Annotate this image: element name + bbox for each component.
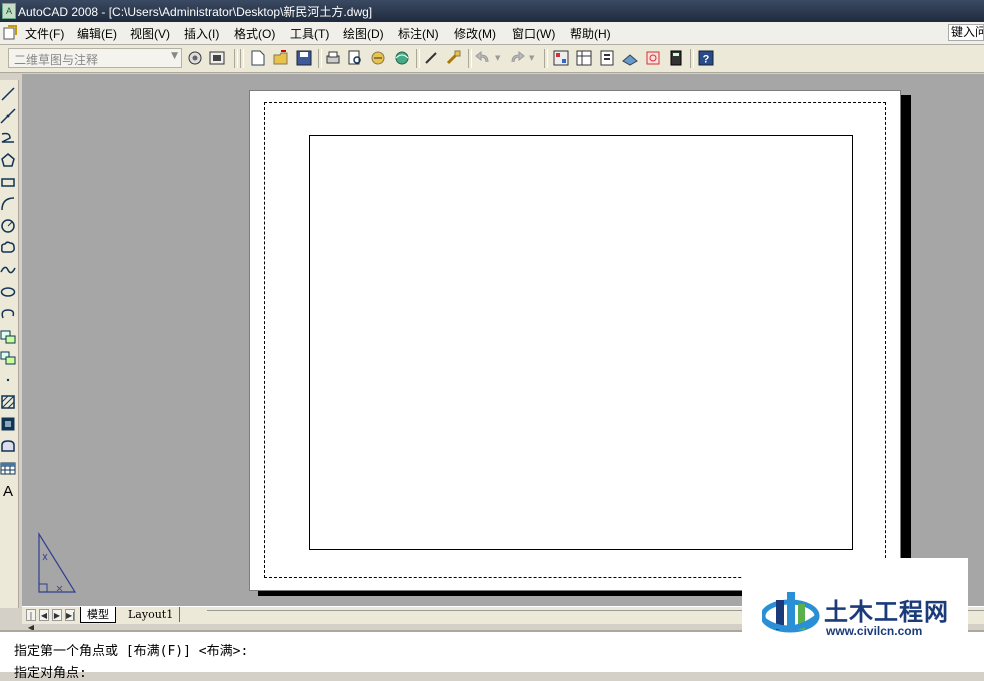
layout-paper-sheet: [249, 90, 901, 591]
toolbar-separator: [240, 49, 244, 68]
polygon-icon[interactable]: [0, 152, 16, 168]
cut-icon[interactable]: [422, 49, 440, 67]
table-icon[interactable]: [0, 460, 16, 476]
menu-format[interactable]: 格式(O): [234, 25, 275, 42]
tool-palettes-icon[interactable]: [598, 49, 616, 67]
ellipse-icon[interactable]: [0, 284, 16, 300]
point-icon[interactable]: [0, 372, 16, 388]
my-workspace-icon[interactable]: [208, 49, 226, 67]
circle-icon[interactable]: [0, 218, 16, 234]
workspace-settings-icon[interactable]: [186, 49, 204, 67]
region-icon[interactable]: [0, 438, 16, 454]
insert-block-icon[interactable]: [0, 328, 16, 344]
plot-preview-icon[interactable]: [346, 49, 364, 67]
last-tab-button[interactable]: ▶|: [65, 609, 75, 621]
construction-line-icon[interactable]: [0, 108, 16, 124]
redo-icon[interactable]: [508, 49, 526, 67]
new-file-icon[interactable]: [249, 49, 267, 67]
sheet-set-manager-icon[interactable]: [621, 49, 639, 67]
tab-layout1[interactable]: Layout1: [122, 607, 181, 622]
spline-icon[interactable]: [0, 262, 16, 278]
match-properties-icon[interactable]: [444, 49, 462, 67]
save-icon[interactable]: [295, 49, 313, 67]
menu-tools[interactable]: 工具(T): [290, 25, 329, 42]
undo-icon[interactable]: [474, 49, 492, 67]
civilcn-logo-icon: [762, 592, 820, 633]
chevron-down-icon[interactable]: ▼: [171, 51, 178, 61]
help-icon[interactable]: ?: [697, 49, 715, 67]
toolbar-separator: [234, 49, 238, 68]
make-block-icon[interactable]: [0, 350, 16, 366]
drawing-canvas[interactable]: [22, 74, 984, 606]
redo-dropdown-icon[interactable]: ▼: [529, 54, 534, 62]
previous-tab-button[interactable]: ◀: [39, 609, 49, 621]
toolbar-separator: [690, 49, 694, 68]
design-center-icon[interactable]: [575, 49, 593, 67]
menu-insert[interactable]: 插入(I): [184, 25, 219, 42]
publish-icon[interactable]: [369, 49, 387, 67]
first-tab-button[interactable]: |◀: [26, 609, 36, 632]
multiline-text-icon[interactable]: A: [0, 482, 16, 498]
autocad-app-icon[interactable]: A: [2, 3, 16, 19]
quickcalc-icon[interactable]: [667, 49, 685, 67]
menu-draw[interactable]: 绘图(D): [343, 25, 384, 42]
properties-icon[interactable]: [552, 49, 570, 67]
watermark-name: 土木工程网: [824, 598, 949, 626]
plot-icon[interactable]: [324, 49, 342, 67]
toolbar-separator: [544, 49, 548, 68]
help-search-input[interactable]: 键入问: [948, 24, 984, 41]
window-title: AutoCAD 2008 - [C:\Users\Administrator\D…: [18, 5, 373, 19]
toolbar-separator: [468, 49, 472, 68]
gradient-icon[interactable]: [0, 416, 16, 432]
polyline-icon[interactable]: [0, 130, 16, 146]
toolbar-separator: [318, 49, 322, 68]
menu-file[interactable]: 文件(F): [25, 25, 64, 42]
menu-modify[interactable]: 修改(M): [454, 25, 496, 42]
civilcn-watermark: 土木工程网 www.civilcn.com: [742, 558, 968, 672]
arc-icon[interactable]: [0, 196, 16, 212]
markup-set-manager-icon[interactable]: [644, 49, 662, 67]
watermark-url: www.civilcn.com: [826, 624, 923, 638]
layout-viewport[interactable]: [309, 135, 853, 550]
title-bar: A AutoCAD 2008 - [C:\Users\Administrator…: [0, 0, 984, 22]
document-menu-icon[interactable]: [3, 25, 18, 40]
workspace-value: 二维草图与注释: [14, 53, 99, 67]
menu-edit[interactable]: 编辑(E): [77, 25, 117, 42]
hatch-icon[interactable]: [0, 394, 16, 410]
draw-toolbar: A: [0, 80, 19, 608]
menu-window[interactable]: 窗口(W): [512, 25, 555, 42]
undo-dropdown-icon[interactable]: ▼: [495, 54, 500, 62]
standard-toolbar: 二维草图与注释 ▼ ▼ ▼ ?: [0, 45, 984, 73]
tab-model[interactable]: 模型: [80, 607, 116, 623]
menu-help[interactable]: 帮助(H): [570, 25, 611, 42]
menu-dimension[interactable]: 标注(N): [398, 25, 439, 42]
open-file-icon[interactable]: [272, 49, 290, 67]
paper-space-ucs-icon: [38, 531, 77, 593]
svg-text:?: ?: [703, 54, 710, 66]
line-icon[interactable]: [0, 86, 16, 102]
toolbar-separator: [416, 49, 420, 68]
3d-dwf-icon[interactable]: [393, 49, 411, 67]
command-history-line: 指定第一个角点或 [布满(F)] <布满>:: [14, 644, 249, 659]
ellipse-arc-icon[interactable]: [0, 306, 16, 322]
revision-cloud-icon[interactable]: [0, 240, 16, 256]
workspace-dropdown[interactable]: 二维草图与注释 ▼: [8, 48, 182, 68]
rectangle-icon[interactable]: [0, 174, 16, 190]
menu-bar: 文件(F) 编辑(E) 视图(V) 插入(I) 格式(O) 工具(T) 绘图(D…: [0, 22, 984, 45]
next-tab-button[interactable]: ▶: [52, 609, 62, 621]
svg-text:A: A: [3, 483, 13, 498]
menu-view[interactable]: 视图(V): [130, 25, 170, 42]
